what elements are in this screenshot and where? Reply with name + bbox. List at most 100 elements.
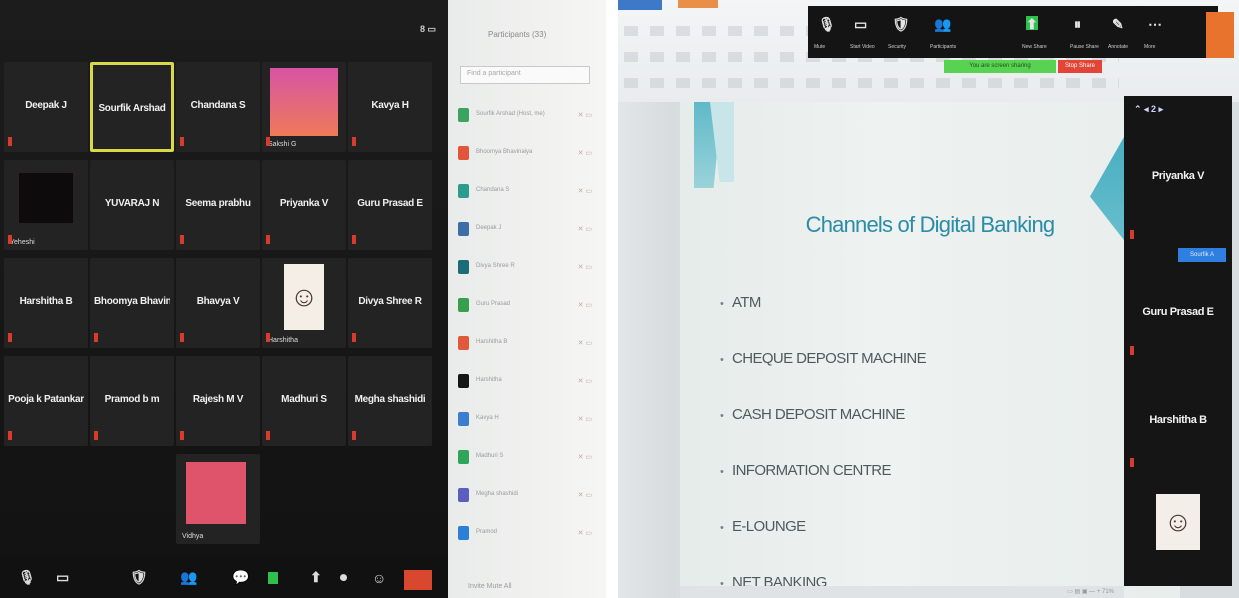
mute-icon	[266, 235, 270, 244]
share-toolbar-icon[interactable]: ⏸	[1074, 16, 1081, 33]
mic-video-status-icon: ✕ ▭	[577, 188, 592, 195]
participant-row[interactable]: Deepak J ✕ ▭	[458, 220, 598, 240]
participant-name: Harshitha B	[19, 296, 73, 307]
avatar	[458, 184, 469, 198]
participant-row[interactable]: Sourfik Arshad (Host, me) ✕ ▭	[458, 106, 598, 126]
participant-name: Harshitha	[476, 377, 502, 383]
participant-tile[interactable]: Sakshi G	[262, 62, 346, 152]
share-toolbar-icon[interactable]: 🛡	[892, 16, 910, 33]
participant-tile[interactable]: ☺ Harshitha	[262, 258, 346, 348]
mute-icon	[352, 137, 356, 146]
mute-icon	[180, 235, 184, 244]
participant-row[interactable]: Madhuri S ✕ ▭	[458, 448, 598, 468]
slide-bullet: • E-LOUNGE	[720, 518, 806, 535]
share-toolbar-icon[interactable]: ✎	[1112, 16, 1124, 33]
participant-row[interactable]: Harshitha ✕ ▭	[458, 372, 598, 392]
participant-name: YUVARAJ N	[104, 198, 160, 209]
avatar	[458, 450, 469, 464]
share-toolbar-icon[interactable]: ⋯	[1148, 16, 1162, 33]
share-toolbar-label: Start Video	[850, 44, 875, 50]
participant-tile[interactable]: Pooja k Patankar	[4, 356, 88, 446]
participant-tile[interactable]: Madhuri S	[262, 356, 346, 446]
participant-tile[interactable]: Seema prabhu	[176, 160, 260, 250]
ribbon-tab-file[interactable]	[618, 0, 662, 10]
participant-tile[interactable]: Rajesh M V	[176, 356, 260, 446]
bullet-text: ATM	[732, 294, 761, 311]
avatar	[458, 222, 469, 236]
mute-icon	[8, 333, 12, 342]
participant-tile[interactable]: Megha shashidi	[348, 356, 432, 446]
mute-icon	[266, 431, 270, 440]
participant-tile[interactable]: Yeheshi	[4, 160, 88, 250]
participant-name: Bhavya V	[196, 296, 240, 307]
participant-tile[interactable]: Bhoomya Bhavinaiya	[90, 258, 174, 348]
participant-tile[interactable]: Divya Shree R	[348, 258, 432, 348]
mute-icon	[8, 137, 12, 146]
participant-name: Harshitha B	[476, 339, 508, 345]
participants-footer[interactable]: Invite Mute All	[468, 583, 512, 590]
participant-row[interactable]: Pramod ✕ ▭	[458, 524, 598, 544]
avatar	[458, 374, 469, 388]
participant-tile[interactable]: Chandana S	[176, 62, 260, 152]
avatar	[458, 336, 469, 350]
status-bar: ▭ ▤ ▣ — + 71%	[680, 586, 1124, 598]
toolbar-icon[interactable]: ⬆	[310, 569, 322, 586]
share-toolbar-icon[interactable]: 🎙	[818, 16, 836, 33]
slide-bullet: • CHEQUE DEPOSIT MACHINE	[720, 350, 927, 367]
avatar: ☺	[284, 264, 324, 330]
share-toolbar-icon[interactable]: ▭	[854, 16, 867, 33]
share-screen-icon[interactable]	[268, 572, 278, 584]
toolbar-icon[interactable]: ⏺	[340, 569, 347, 586]
mute-icon	[1130, 230, 1134, 239]
toolbar-icon[interactable]: 🛡	[130, 569, 148, 586]
toolbar-icon[interactable]: 🎙	[18, 569, 36, 586]
participant-row[interactable]: Harshitha B ✕ ▭	[458, 334, 598, 354]
zoom-gallery-photo: 8 ▭ Deepak J Sourfik Arshad Chandana S Saks…	[0, 0, 606, 598]
end-meeting-button[interactable]	[404, 570, 432, 590]
ribbon-tab-home[interactable]	[678, 0, 718, 8]
photo-divider	[606, 0, 618, 598]
bullet-icon: •	[720, 522, 724, 534]
stop-share-button[interactable]: Stop Share	[1058, 60, 1102, 73]
participant-name: Harshitha B	[1149, 414, 1207, 426]
participant-tile[interactable]: Bhavya V	[176, 258, 260, 348]
participant-tile[interactable]: Kavya H	[348, 62, 432, 152]
participant-name: Madhuri S	[281, 394, 327, 405]
participant-name: Pooja k Patankar	[8, 394, 84, 405]
participant-row[interactable]: Bhoomya Bhavinaiya ✕ ▭	[458, 144, 598, 164]
ribbon-row	[624, 78, 1119, 88]
end-meeting-button[interactable]	[1206, 12, 1234, 58]
mic-video-status-icon: ✕ ▭	[577, 112, 592, 119]
bullet-icon: •	[720, 410, 724, 422]
participant-row[interactable]: Guru Prasad ✕ ▭	[458, 296, 598, 316]
view-toggle-icon[interactable]: 8 ▭	[420, 24, 444, 36]
toolbar-icon[interactable]: ▭	[56, 569, 69, 586]
participant-tile[interactable]: Pramod b m	[90, 356, 174, 446]
share-toolbar-icon[interactable]: ⬆	[1026, 16, 1038, 33]
participant-row[interactable]: Chandana S ✕ ▭	[458, 182, 598, 202]
participant-tile[interactable]: Vidhya	[176, 454, 260, 544]
participant-tile[interactable]: Harshitha B	[4, 258, 88, 348]
participant-search-input[interactable]: Find a participant	[460, 66, 590, 84]
toolbar-icon[interactable]: ☺	[372, 570, 386, 586]
participant-row[interactable]: Kavya H ✕ ▭	[458, 410, 598, 430]
toolbar-icon[interactable]: 💬	[232, 569, 249, 586]
gallery-page-nav[interactable]: ⌃ ◂ 2 ▸	[1134, 104, 1163, 115]
share-toolbar-icon[interactable]: 👥	[934, 16, 951, 33]
toolbar-icon[interactable]: 👥	[180, 569, 197, 586]
participant-name: Madhuri S	[476, 453, 504, 459]
participant-row[interactable]: Divya Shree R ✕ ▭	[458, 258, 598, 278]
mute-icon	[94, 333, 98, 342]
mute-icon	[94, 431, 98, 440]
participant-tile[interactable]: Deepak J	[4, 62, 88, 152]
participant-name: Bhoomya Bhavinaiya	[94, 296, 170, 307]
participant-tile[interactable]: Priyanka V	[262, 160, 346, 250]
mute-icon	[180, 137, 184, 146]
mic-video-status-icon: ✕ ▭	[577, 226, 592, 233]
participant-row[interactable]: Megha shashidi ✕ ▭	[458, 486, 598, 506]
participant-tile[interactable]: YUVARAJ N	[90, 160, 174, 250]
participant-tile[interactable]: Guru Prasad E	[348, 160, 432, 250]
mic-video-status-icon: ✕ ▭	[577, 454, 592, 461]
participant-tile[interactable]: Sourfik Arshad	[90, 62, 174, 152]
participant-name: Rajesh M V	[192, 394, 244, 405]
